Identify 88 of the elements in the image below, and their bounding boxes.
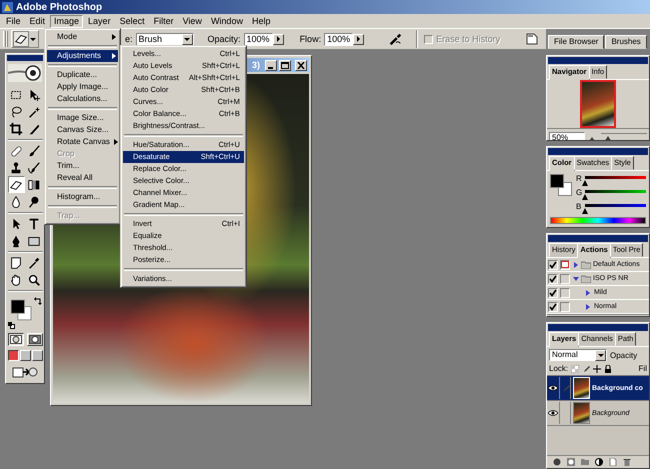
blend-mode-select[interactable]: Normal: [549, 349, 607, 361]
flyout-arrow-button[interactable]: [272, 34, 284, 44]
menu-item[interactable]: Histogram...: [47, 191, 118, 203]
folder-icon[interactable]: [581, 458, 589, 466]
close-button[interactable]: [295, 60, 307, 70]
toolbar-grip[interactable]: [3, 31, 8, 47]
expand-triangle-icon[interactable]: [573, 276, 579, 282]
move-arrows-icon[interactable]: [593, 364, 602, 372]
menu-item[interactable]: Canvas Size...: [47, 124, 118, 136]
dialog-toggle[interactable]: [560, 288, 570, 298]
eye-logo-icon: [8, 64, 42, 82]
menu-bar-item[interactable]: Layer: [84, 14, 115, 28]
flyout-arrow-button[interactable]: [353, 34, 364, 44]
expand-triangle-icon[interactable]: [573, 262, 579, 268]
menu-item[interactable]: Mode: [47, 31, 118, 43]
eye-icon[interactable]: [547, 402, 560, 424]
eye-icon[interactable]: [547, 377, 560, 399]
channel-label: B: [576, 202, 582, 211]
mode-label: e:: [125, 34, 133, 44]
quick-mask-icon[interactable]: [26, 333, 42, 346]
menu-bar-item[interactable]: View: [178, 14, 206, 28]
brush-icon: [560, 384, 570, 392]
document-title: 3): [252, 60, 260, 70]
layer-style-icon[interactable]: [553, 458, 561, 466]
maximize-icon: [281, 62, 289, 68]
menu-bar-item[interactable]: Help: [248, 14, 274, 28]
padlock-icon[interactable]: [604, 364, 612, 372]
menu-item[interactable]: Duplicate...: [47, 69, 118, 81]
tool-preset-button[interactable]: [11, 30, 39, 48]
palette-tab[interactable]: Brushes: [605, 35, 647, 49]
include-checkbox[interactable]: [548, 260, 558, 270]
checkerboard-icon[interactable]: [571, 364, 580, 372]
dialog-toggle[interactable]: [560, 302, 570, 312]
menu-bar-item[interactable]: Select: [116, 14, 149, 28]
dialog-toggle[interactable]: [560, 274, 570, 284]
color-spectrum-bar[interactable]: [550, 217, 646, 224]
zoom-field[interactable]: 50%: [549, 132, 585, 140]
menu-item[interactable]: Apply Image...: [47, 81, 118, 93]
expand-triangle-icon[interactable]: [585, 290, 591, 296]
checkbox-label: Erase to History: [436, 34, 500, 44]
adjustment-icon[interactable]: [595, 458, 603, 466]
menu-bar-item[interactable]: Filter: [150, 14, 178, 28]
crop-icon[interactable]: [8, 120, 24, 137]
layer-thumbnail: [573, 402, 590, 424]
flow-label: Flow:: [300, 34, 322, 44]
window-title: Adobe Photoshop: [16, 2, 102, 12]
app-icon: [2, 2, 13, 12]
close-icon: [297, 62, 305, 68]
opacity-label: Opacity: [610, 350, 638, 360]
include-checkbox[interactable]: [548, 288, 558, 298]
menu-item[interactable]: Image Size...: [47, 112, 118, 124]
opacity-label: Opacity:: [208, 34, 241, 44]
dialog-toggle[interactable]: [560, 260, 570, 270]
palette-toggle-icon[interactable]: [526, 33, 538, 45]
screen-mode-icon[interactable]: [8, 350, 18, 361]
menu-bar-item[interactable]: Window: [206, 14, 247, 28]
maximize-button[interactable]: [279, 60, 291, 70]
menu-bar-item[interactable]: Edit: [26, 14, 50, 28]
channel-label: G: [576, 188, 582, 197]
swap-arrows-icon[interactable]: [34, 297, 42, 305]
jump-icon[interactable]: [12, 365, 38, 379]
channel-label: R: [576, 174, 582, 183]
include-checkbox[interactable]: [548, 302, 558, 312]
palette-tab[interactable]: File Browser: [548, 35, 604, 49]
standard-mode-icon[interactable]: [8, 333, 24, 346]
expand-triangle-icon[interactable]: [585, 304, 591, 310]
new-item-icon[interactable]: [609, 458, 617, 466]
minimize-button[interactable]: [265, 60, 277, 70]
opacity-field[interactable]: 100%: [244, 32, 273, 46]
include-checkbox[interactable]: [548, 274, 558, 284]
menu-bar-item[interactable]: Image: [50, 14, 84, 28]
mask-icon[interactable]: [567, 458, 575, 466]
color-swatches[interactable]: [550, 174, 572, 196]
mode-select[interactable]: Brush: [136, 32, 194, 46]
navigator-thumbnail: [580, 80, 616, 128]
menu-bar-item[interactable]: File: [2, 14, 25, 28]
eraser-icon[interactable]: [8, 176, 24, 193]
lock-label: Lock:: [549, 364, 568, 373]
brush-icon[interactable]: [582, 364, 590, 372]
default-colors-icon[interactable]: [8, 322, 15, 329]
menu-item[interactable]: Adjustments: [47, 50, 118, 62]
trash-icon[interactable]: [623, 458, 631, 466]
layer-thumbnail: [573, 377, 590, 399]
menu-item[interactable]: Calculations...: [47, 93, 118, 105]
menu-item[interactable]: Reveal All: [47, 172, 118, 184]
flow-field[interactable]: 100%: [324, 32, 354, 46]
menu-item[interactable]: Trim...: [47, 160, 118, 172]
fill-label: Fil: [638, 364, 647, 373]
